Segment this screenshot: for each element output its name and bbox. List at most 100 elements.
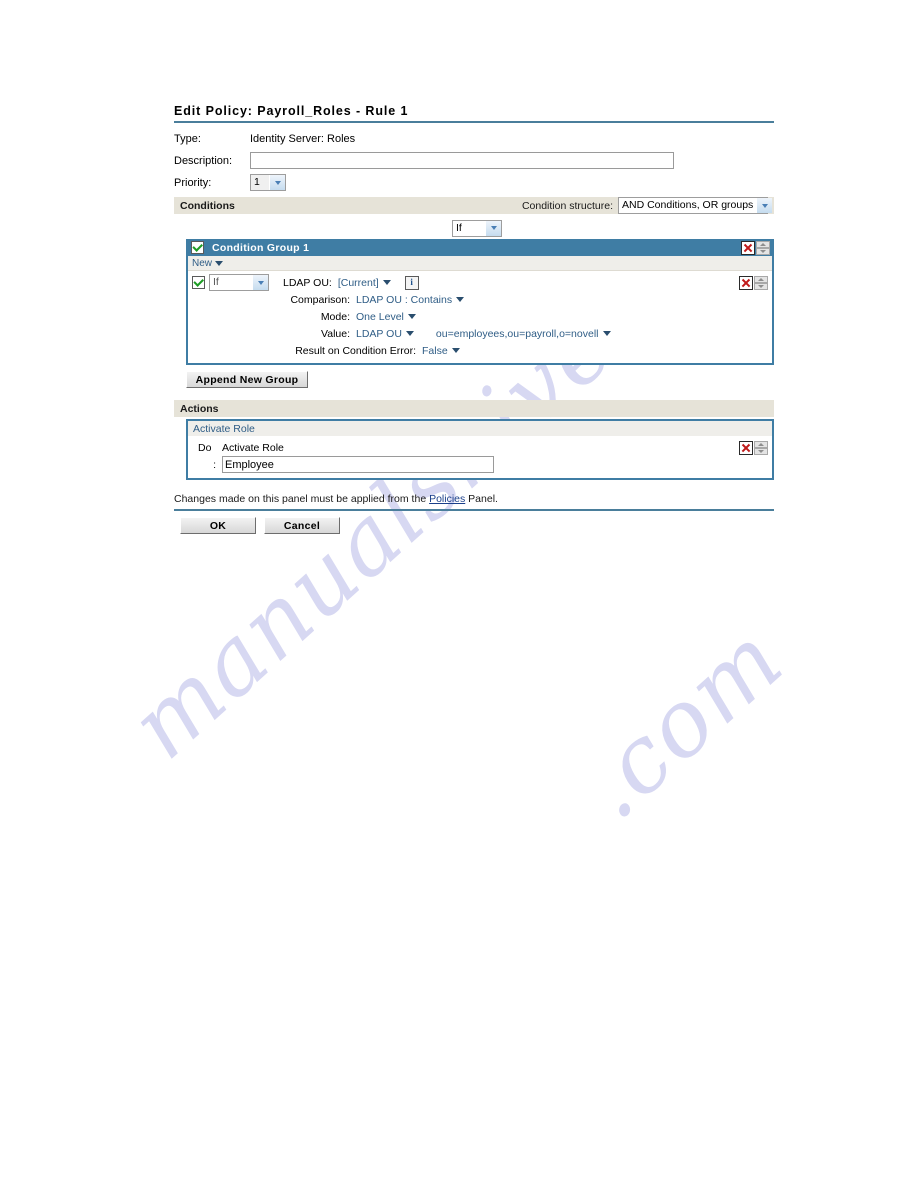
new-condition-menu[interactable]: New <box>192 257 224 269</box>
move-down-icon[interactable] <box>754 447 768 455</box>
delete-condition-group-icon[interactable] <box>741 240 755 255</box>
footer-note: Changes made on this panel must be appli… <box>174 493 774 505</box>
condition-error-value: False <box>422 344 448 357</box>
type-row: Type: Identity Server: Roles <box>174 129 774 148</box>
condition-structure-select[interactable]: AND Conditions, OR groups <box>618 197 773 214</box>
value-data-value: ou=employees,ou=payroll,o=novell <box>435 327 599 340</box>
title-divider <box>174 121 774 123</box>
action-do-label: Do <box>198 441 212 454</box>
cancel-button[interactable]: Cancel <box>264 517 340 534</box>
watermark-text-secondary: .com <box>560 605 804 840</box>
condition-group-header: Condition Group 1 <box>188 239 772 256</box>
ldap-ou-selector[interactable]: [Current] <box>338 277 391 289</box>
value-source-value: LDAP OU <box>356 327 402 340</box>
append-new-group-button[interactable]: Append New Group <box>186 371 308 388</box>
condition-error-label: Result on Condition Error: <box>295 344 416 357</box>
action-panel-title: Activate Role <box>193 422 255 435</box>
actions-panel: Activate Role Do Activate Role : <box>186 419 774 480</box>
footer-button-group: OK Cancel <box>180 517 774 534</box>
condition-if-select[interactable]: If <box>209 274 269 291</box>
reorder-condition-group-control[interactable] <box>756 240 770 255</box>
action-panel-header: Activate Role <box>188 421 772 436</box>
info-icon[interactable]: i <box>404 275 419 290</box>
condition-row-error: Result on Condition Error: False <box>188 342 772 359</box>
description-row: Description: <box>174 151 774 170</box>
chevron-down-icon <box>451 348 460 353</box>
value-data-selector[interactable]: ou=employees,ou=payroll,o=novell <box>436 328 611 340</box>
priority-row: Priority: 1 <box>174 173 774 192</box>
condition-group-body: If LDAP OU: [Current] i Comparison: LDAP… <box>188 271 772 363</box>
action-row-do: Do Activate Role <box>188 439 772 456</box>
chevron-down-icon <box>269 175 285 190</box>
comparison-selector[interactable]: LDAP OU : Contains <box>356 293 465 306</box>
comparison-value: LDAP OU : Contains <box>356 293 453 306</box>
chevron-down-icon <box>756 198 773 213</box>
edit-policy-page: Edit Policy: Payroll_Roles - Rule 1 Type… <box>174 104 774 534</box>
condition-row-value: Value: LDAP OU ou=employees,ou=payroll,o… <box>188 325 772 342</box>
footer-note-before: Changes made on this panel must be appli… <box>174 493 430 505</box>
delete-action-icon[interactable] <box>739 440 753 455</box>
chevron-down-icon <box>252 275 268 290</box>
priority-label: Priority: <box>174 176 212 189</box>
condition-row-ldap-ou: If LDAP OU: [Current] i <box>188 274 772 291</box>
description-label: Description: <box>174 154 233 167</box>
move-down-icon[interactable] <box>754 282 768 290</box>
ldap-ou-label: LDAP OU: <box>283 276 332 289</box>
activate-role-input[interactable] <box>222 456 494 473</box>
conditions-section-title: Conditions <box>180 199 235 212</box>
policies-link[interactable]: Policies <box>429 493 465 505</box>
footer-note-after: Panel. <box>465 493 498 505</box>
move-up-icon[interactable] <box>754 275 768 283</box>
action-row-role: : <box>188 456 772 473</box>
move-down-icon[interactable] <box>756 247 770 255</box>
actions-section-title: Actions <box>180 402 219 415</box>
actions-panel-body: Do Activate Role : <box>188 436 772 478</box>
ok-button[interactable]: OK <box>180 517 256 534</box>
value-label: Value: <box>321 327 350 340</box>
type-value: Identity Server: Roles <box>250 132 356 145</box>
condition-enabled-checkbox[interactable] <box>192 276 205 289</box>
chevron-down-icon <box>456 297 465 302</box>
reorder-action-control[interactable] <box>754 440 768 455</box>
move-up-icon[interactable] <box>754 440 768 448</box>
condition-group-checkbox[interactable] <box>191 241 204 254</box>
chevron-down-icon <box>382 280 391 285</box>
condition-group-new-bar: New <box>188 256 772 271</box>
chevron-down-icon <box>405 331 414 336</box>
chevron-down-icon <box>215 260 224 266</box>
value-source-selector[interactable]: LDAP OU <box>356 328 414 340</box>
action-name-label: Activate Role <box>222 441 284 454</box>
move-up-icon[interactable] <box>756 240 770 248</box>
description-input[interactable] <box>250 152 674 169</box>
condition-row-comparison: Comparison: LDAP OU : Contains <box>188 291 772 308</box>
mode-selector[interactable]: One Level <box>356 311 416 323</box>
condition-error-selector[interactable]: False <box>422 345 460 357</box>
new-condition-label: New <box>192 257 213 269</box>
chevron-down-icon <box>485 220 501 236</box>
priority-select-value: 1 <box>251 175 269 190</box>
chevron-down-icon <box>407 314 416 319</box>
mode-label: Mode: <box>320 310 350 323</box>
ldap-ou-value: [Current] <box>337 276 379 289</box>
toplevel-if-select[interactable]: If <box>452 219 502 237</box>
condition-structure-value: AND Conditions, OR groups <box>622 199 754 211</box>
condition-group-title: Condition Group 1 <box>212 241 310 254</box>
condition-structure-label: Condition structure: <box>521 199 613 212</box>
footer-divider <box>174 509 774 511</box>
type-label: Type: <box>174 132 201 145</box>
reorder-condition-control[interactable] <box>754 275 768 290</box>
actions-section-bar: Actions <box>174 400 774 417</box>
condition-row-mode: Mode: One Level <box>188 308 772 325</box>
condition-group-panel: Condition Group 1 New If LDAP OU: [Curre… <box>186 239 774 365</box>
delete-condition-icon[interactable] <box>739 275 753 290</box>
action-colon-label: : <box>213 458 216 471</box>
priority-select[interactable]: 1 <box>250 174 286 191</box>
toplevel-if-value: If <box>456 221 462 234</box>
mode-value: One Level <box>356 310 404 323</box>
condition-group-controls <box>741 240 770 255</box>
page-title: Edit Policy: Payroll_Roles - Rule 1 <box>174 104 409 118</box>
chevron-down-icon <box>602 331 611 336</box>
condition-if-value: If <box>213 276 219 288</box>
conditions-section-bar: Conditions Condition structure: AND Cond… <box>174 197 774 214</box>
toplevel-if-row: If <box>174 214 774 239</box>
